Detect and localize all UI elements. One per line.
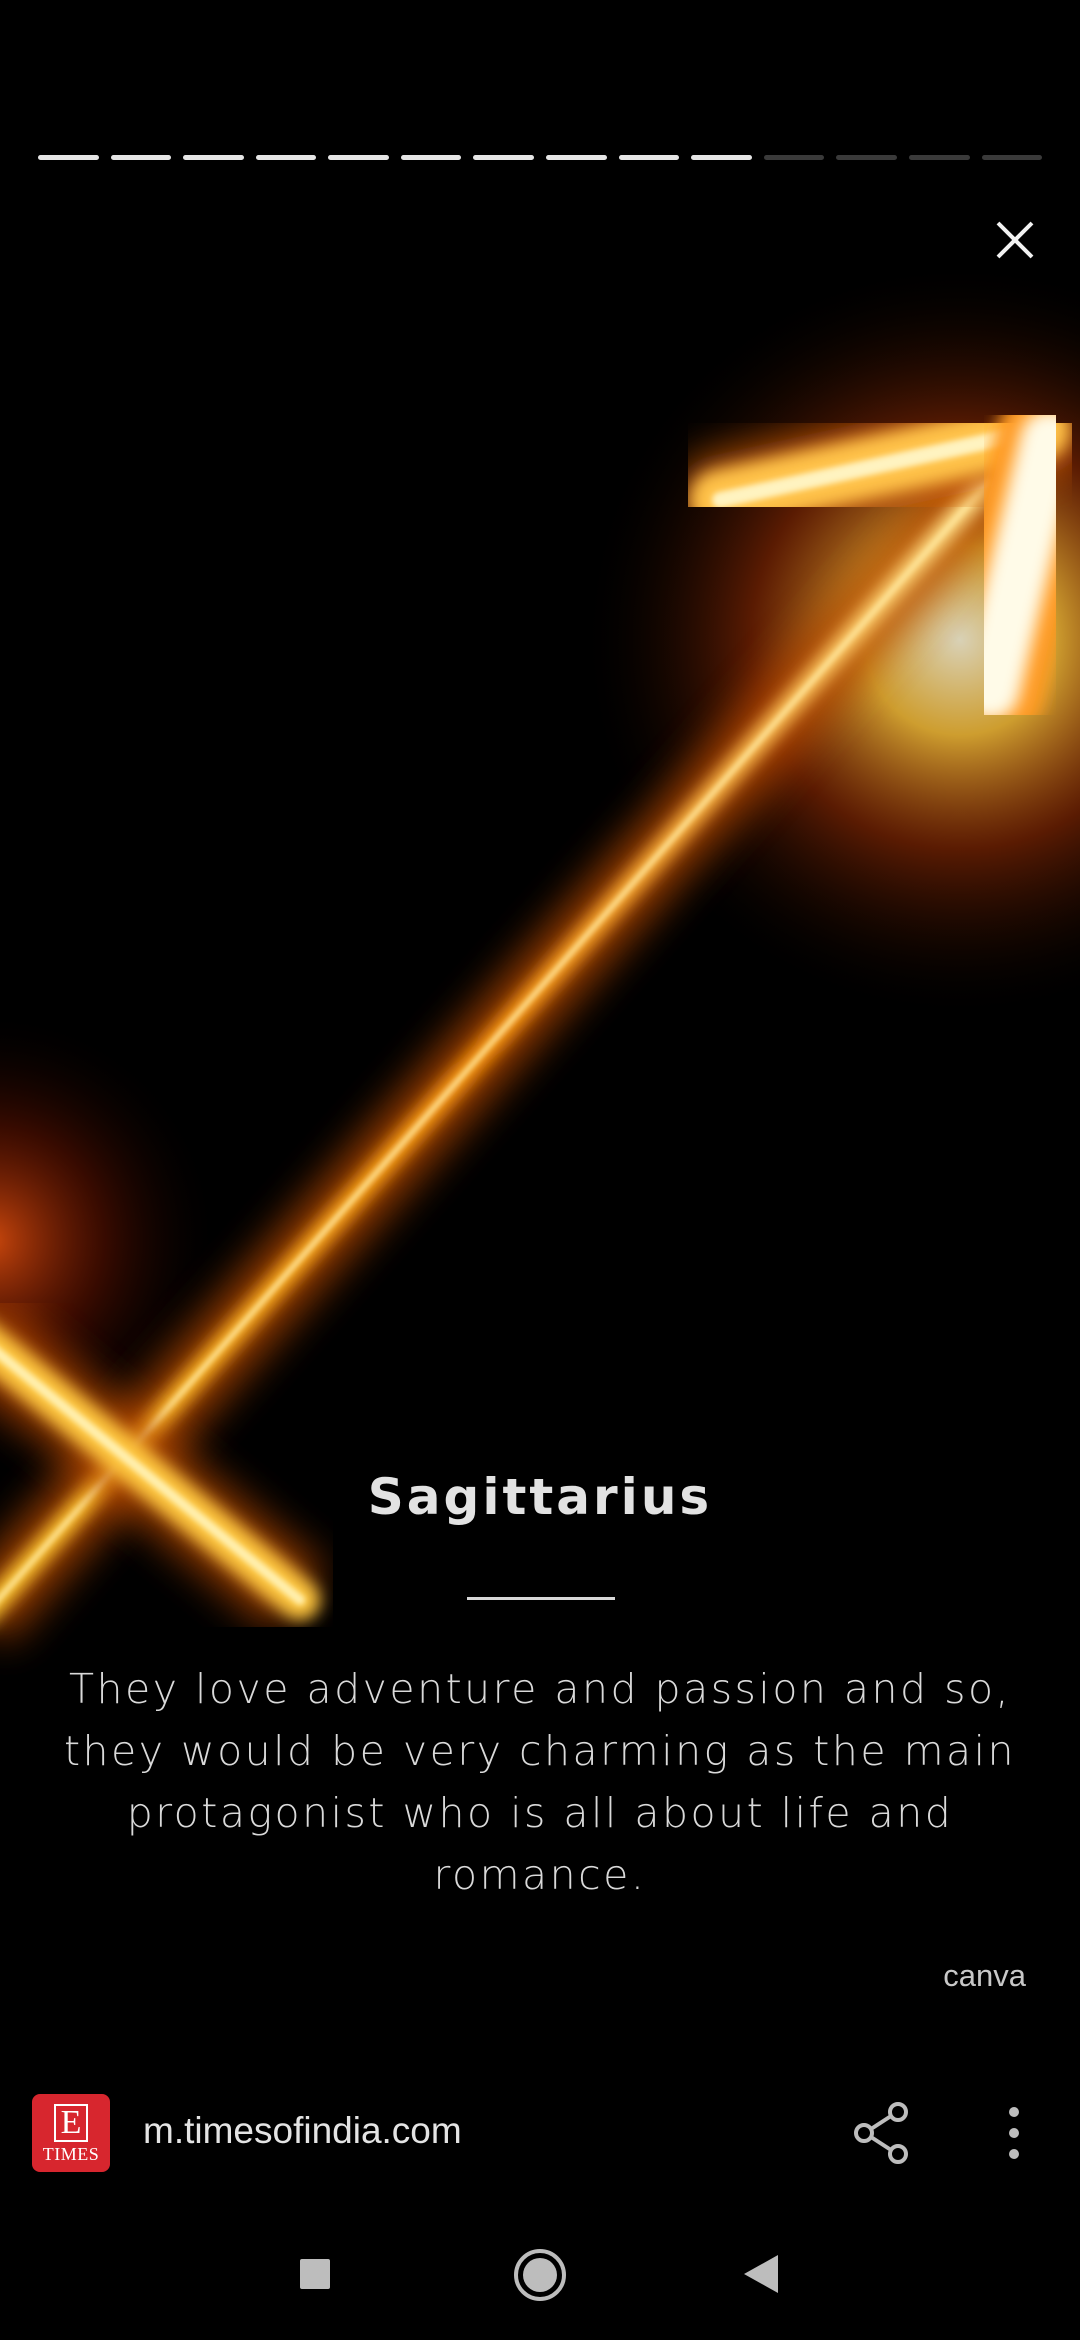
home-button[interactable] — [513, 2248, 567, 2307]
progress-segment — [473, 155, 535, 160]
story-progress-bar — [38, 155, 1043, 161]
progress-segment — [328, 155, 389, 160]
recents-square-icon — [300, 2259, 330, 2289]
progress-segment — [183, 155, 244, 160]
story-title: Sagittarius — [367, 1468, 713, 1526]
progress-segment — [763, 155, 825, 160]
recents-button[interactable] — [298, 2257, 332, 2296]
logo-wordmark: TIMES — [42, 2144, 100, 2164]
share-button[interactable] — [850, 2100, 916, 2166]
progress-segment — [400, 155, 462, 160]
progress-segment — [110, 155, 172, 160]
progress-segment — [836, 155, 897, 160]
progress-segment — [981, 155, 1043, 160]
publisher-domain[interactable]: m.timesofindia.com — [143, 2110, 462, 2152]
home-circle-icon — [514, 2249, 566, 2301]
close-icon — [996, 221, 1034, 259]
publisher-bar: E TIMES m.timesofindia.com — [0, 2070, 1080, 2200]
story-description: They love adventure and passion and so, … — [63, 1665, 1017, 1899]
back-button[interactable] — [742, 2253, 780, 2300]
progress-segment — [255, 155, 317, 160]
back-triangle-icon — [744, 2255, 778, 2293]
progress-segment — [38, 155, 99, 160]
progress-segment — [908, 155, 970, 160]
title-divider — [467, 1597, 615, 1600]
close-button[interactable] — [985, 210, 1045, 270]
share-icon — [854, 2102, 908, 2164]
progress-segment — [546, 155, 607, 160]
more-vertical-icon — [1009, 2107, 1019, 2159]
system-navigation-bar — [0, 2215, 1080, 2340]
more-options-button[interactable] — [990, 2100, 1038, 2166]
progress-segment — [618, 155, 680, 160]
image-credit: canva — [943, 1958, 1026, 1993]
logo-letter: E — [53, 2104, 89, 2142]
progress-segment — [691, 155, 752, 160]
publisher-logo[interactable]: E TIMES — [32, 2094, 110, 2172]
